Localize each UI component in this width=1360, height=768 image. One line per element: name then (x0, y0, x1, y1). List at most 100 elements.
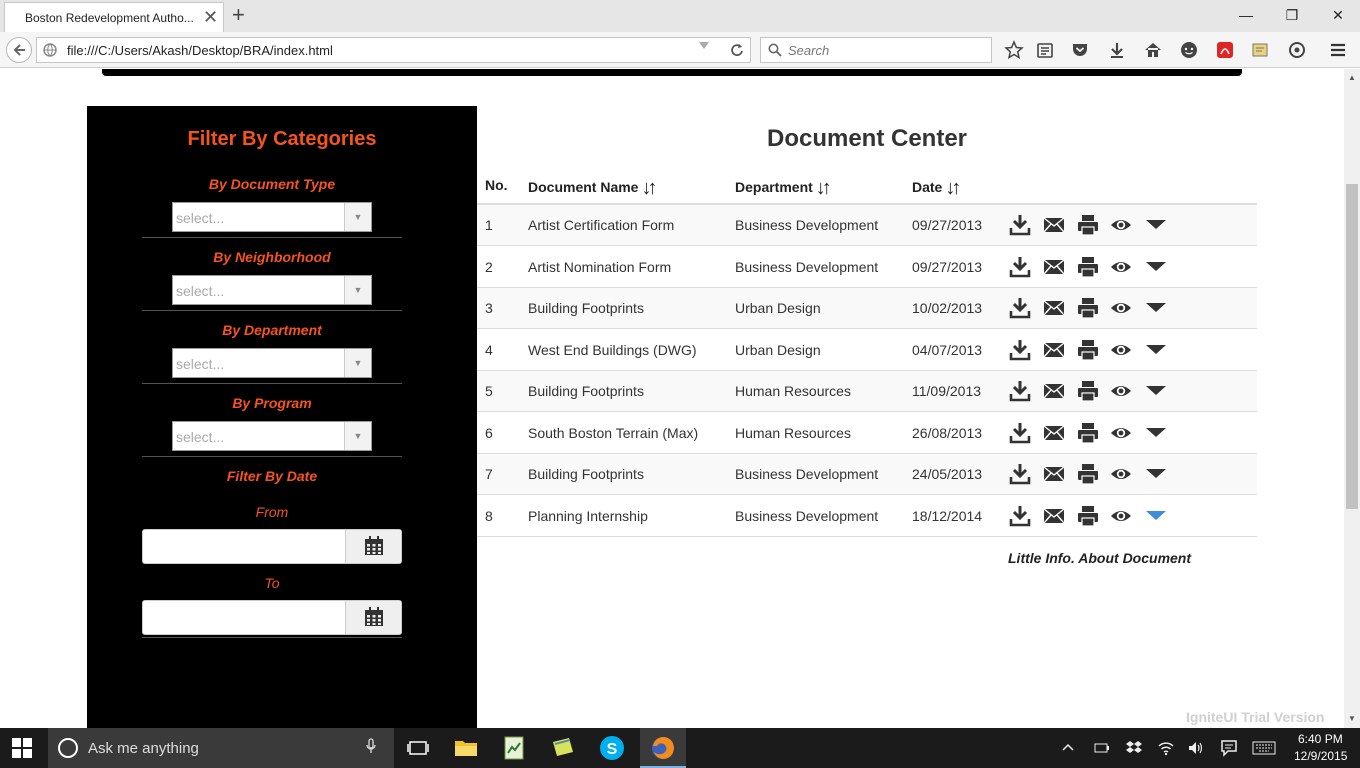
download-icon[interactable] (1009, 422, 1031, 444)
department-select[interactable]: select... ▼ (172, 348, 372, 378)
minimize-button[interactable]: — (1226, 4, 1266, 26)
show-hidden-icons-icon[interactable] (1062, 742, 1074, 752)
column-header-date[interactable]: Date ↓↑ (912, 177, 961, 200)
wifi-icon[interactable] (1158, 740, 1174, 756)
view-icon[interactable] (1110, 380, 1132, 402)
dropbox-icon[interactable] (1126, 739, 1142, 755)
column-header-name[interactable]: Document Name ↓↑ (528, 177, 657, 200)
expand-row-icon[interactable] (1145, 422, 1167, 444)
print-icon[interactable] (1077, 505, 1099, 527)
scroll-thumb[interactable] (1346, 184, 1358, 509)
spreadsheet-app-icon[interactable] (500, 734, 528, 762)
site-info-icon[interactable] (43, 43, 57, 57)
table-row[interactable]: 6 South Boston Terrain (Max) Human Resourc… (477, 413, 1257, 454)
volume-icon[interactable] (1188, 740, 1204, 756)
expand-row-icon[interactable] (1145, 214, 1167, 236)
keyboard-icon[interactable] (1252, 741, 1276, 755)
view-icon[interactable] (1110, 463, 1132, 485)
print-icon[interactable] (1077, 339, 1099, 361)
hamburger-menu-icon[interactable] (1328, 40, 1348, 60)
file-explorer-icon[interactable] (452, 734, 480, 762)
view-icon[interactable] (1110, 256, 1132, 278)
table-row[interactable]: 2 Artist Nomination Form Business Developm… (477, 247, 1257, 288)
task-view-icon[interactable] (404, 734, 432, 762)
notes-app-icon[interactable] (549, 734, 577, 762)
scroll-down-icon[interactable]: ▼ (1348, 714, 1356, 723)
pocket-icon[interactable] (1070, 40, 1090, 60)
download-icon[interactable] (1009, 380, 1031, 402)
bookmark-star-icon[interactable] (1004, 40, 1024, 60)
skype-icon[interactable]: S (598, 734, 626, 762)
restore-button[interactable]: ❐ (1272, 4, 1312, 26)
email-icon[interactable] (1043, 380, 1065, 402)
microphone-icon[interactable] (366, 738, 376, 754)
clock-date[interactable]: 12/9/2015 (1294, 749, 1347, 763)
url-history-dropdown-icon[interactable] (699, 42, 709, 50)
view-icon[interactable] (1110, 297, 1132, 319)
email-icon[interactable] (1043, 463, 1065, 485)
expand-row-icon[interactable] (1145, 256, 1167, 278)
from-calendar-button[interactable] (345, 530, 401, 563)
firefox-taskbar-button[interactable] (640, 728, 686, 768)
table-row[interactable]: 7 Building Footprints Business Development… (477, 454, 1257, 495)
email-icon[interactable] (1043, 297, 1065, 319)
expand-row-icon[interactable] (1145, 297, 1167, 319)
print-icon[interactable] (1077, 214, 1099, 236)
download-icon[interactable] (1009, 463, 1031, 485)
program-select[interactable]: select... ▼ (172, 421, 372, 451)
scroll-up-icon[interactable]: ▲ (1348, 73, 1356, 82)
column-header-department[interactable]: Department ↓↑ (735, 177, 832, 200)
table-row[interactable]: 3 Building Footprints Urban Design 10/02/20… (477, 288, 1257, 329)
to-calendar-button[interactable] (345, 601, 401, 634)
document-type-select[interactable]: select... ▼ (172, 202, 372, 232)
dropdown-arrow-icon[interactable]: ▼ (344, 422, 371, 450)
sort-icon[interactable]: ↓↑ (641, 177, 657, 199)
dropdown-arrow-icon[interactable]: ▼ (344, 203, 371, 231)
neighborhood-select[interactable]: select... ▼ (172, 275, 372, 305)
tab-close-icon[interactable]: ✕ (203, 7, 218, 27)
battery-icon[interactable] (1094, 742, 1110, 754)
new-tab-button[interactable]: + (232, 3, 245, 27)
view-icon[interactable] (1110, 505, 1132, 527)
notes-extension-icon[interactable] (1250, 40, 1270, 60)
reload-icon[interactable] (730, 43, 744, 57)
downloads-icon[interactable] (1107, 40, 1127, 60)
print-icon[interactable] (1077, 256, 1099, 278)
print-icon[interactable] (1077, 380, 1099, 402)
expand-row-icon[interactable] (1145, 380, 1167, 402)
table-row[interactable]: 4 West End Buildings (DWG) Urban Design 04/… (477, 330, 1257, 371)
view-icon[interactable] (1110, 339, 1132, 361)
email-icon[interactable] (1043, 214, 1065, 236)
browser-tab[interactable]: Boston Redevelopment Autho... ✕ (4, 2, 224, 32)
reading-list-icon[interactable] (1035, 40, 1055, 60)
window-close-button[interactable]: ✕ (1318, 4, 1358, 26)
email-icon[interactable] (1043, 256, 1065, 278)
table-row[interactable]: 8 Planning Internship Business Development… (477, 496, 1257, 537)
print-icon[interactable] (1077, 297, 1099, 319)
chat-icon[interactable] (1179, 40, 1199, 60)
download-icon[interactable] (1009, 339, 1031, 361)
expand-row-icon[interactable] (1145, 339, 1167, 361)
sort-icon[interactable]: ↓↑ (945, 177, 961, 199)
dropdown-arrow-icon[interactable]: ▼ (344, 349, 371, 377)
view-icon[interactable] (1110, 422, 1132, 444)
back-button[interactable] (6, 37, 32, 63)
download-icon[interactable] (1009, 256, 1031, 278)
page-scrollbar[interactable]: ▲ ▼ (1344, 69, 1360, 728)
download-icon[interactable] (1009, 505, 1031, 527)
email-icon[interactable] (1043, 339, 1065, 361)
download-icon[interactable] (1009, 214, 1031, 236)
to-date-input[interactable] (142, 600, 402, 635)
url-text[interactable]: file:///C:/Users/Akash/Desktop/BRA/index… (67, 43, 333, 58)
home-icon[interactable] (1143, 40, 1163, 60)
expand-row-icon[interactable] (1145, 505, 1167, 527)
sort-icon[interactable]: ↓↑ (816, 177, 832, 199)
dropdown-arrow-icon[interactable]: ▼ (344, 276, 371, 304)
browser-search-bar[interactable]: Search (760, 37, 992, 63)
print-icon[interactable] (1077, 422, 1099, 444)
download-icon[interactable] (1009, 297, 1031, 319)
cortana-search-box[interactable]: Ask me anything (48, 728, 394, 768)
windows-start-icon[interactable] (12, 738, 32, 758)
web-developer-icon[interactable] (1287, 40, 1307, 60)
table-row[interactable]: 1 Artist Certification Form Business Devel… (477, 205, 1257, 246)
